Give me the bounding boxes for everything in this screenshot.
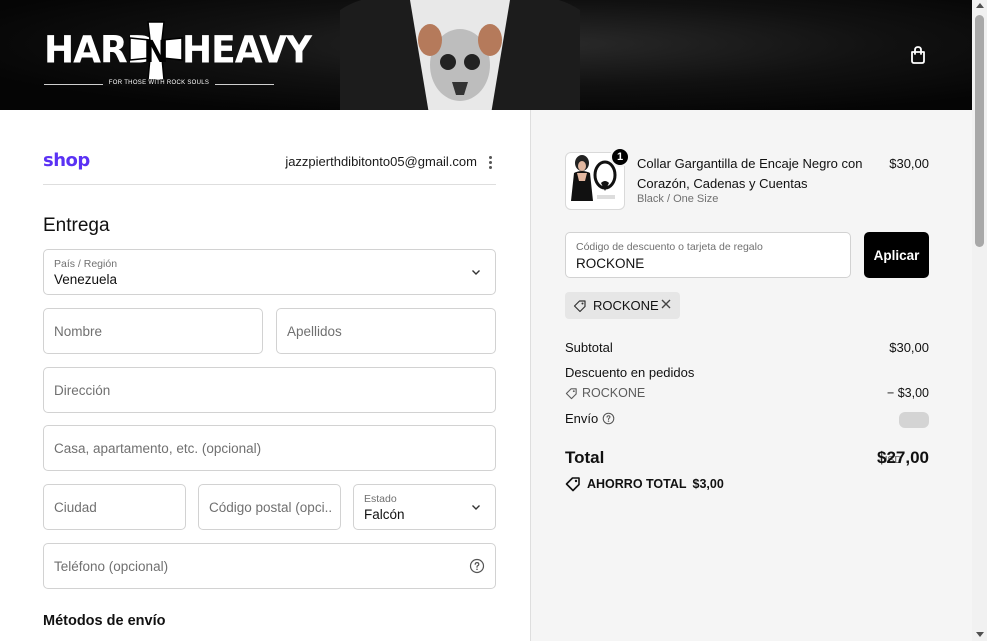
logo-word-right: HEAVY [182, 28, 312, 73]
order-summary: 1 Collar Gargantilla de Encaje Negro con… [531, 110, 972, 641]
state-value: Falcón [364, 507, 405, 522]
discount-code-label: Código de descuento o tarjeta de regalo [576, 241, 763, 253]
tag-icon [565, 477, 580, 492]
shop-pay-account: shop jazzpierthdibitonto05@gmail.com [43, 150, 496, 185]
total-label: Total [565, 448, 605, 467]
total-amount: $27,00 [877, 448, 929, 467]
applied-discount-code: ROCKONE [593, 298, 659, 313]
remove-discount-icon[interactable] [660, 298, 672, 310]
product-variant: Black / One Size [637, 193, 719, 205]
country-value: Venezuela [54, 272, 118, 287]
shipping-row: Envío [565, 411, 929, 428]
country-select[interactable]: País / Región Venezuela [43, 249, 496, 295]
country-label: País / Región [54, 258, 118, 270]
tag-icon [565, 387, 577, 399]
shopping-bag-icon [911, 46, 925, 64]
total-savings: AHORRO TOTAL $3,00 [565, 476, 724, 492]
phone-field[interactable]: Teléfono (opcional) [43, 543, 496, 589]
product-title: Collar Gargantilla de Encaje Negro con C… [637, 156, 863, 191]
account-email: jazzpierthdibitonto05@gmail.com [285, 154, 477, 169]
last-name-placeholder: Apellidos [287, 324, 342, 339]
scroll-up-arrow-icon[interactable] [976, 3, 984, 8]
cart-button[interactable] [904, 41, 932, 69]
shipping-methods-heading: Métodos de envío [43, 613, 166, 629]
logo-tagline: FOR THOSE WITH ROCK SOULS [102, 80, 216, 86]
applied-discount-chip: ROCKONE [565, 292, 680, 319]
delivery-heading: Entrega [43, 215, 110, 236]
first-name-placeholder: Nombre [54, 324, 103, 339]
order-discount-label: Descuento en pedidos [565, 365, 695, 380]
header-hero-image [340, 0, 580, 110]
city-placeholder: Ciudad [54, 500, 97, 515]
subtotal-label: Subtotal [565, 340, 613, 355]
checkout-form: shop jazzpierthdibitonto05@gmail.com Ent… [0, 110, 531, 641]
subtotal-value: $30,00 [889, 340, 929, 355]
state-select[interactable]: Estado Falcón [353, 484, 496, 530]
quantity-badge: 1 [610, 147, 630, 167]
chevron-down-icon [472, 270, 480, 275]
scroll-down-arrow-icon[interactable] [976, 632, 984, 637]
apartment-field[interactable]: Casa, apartamento, etc. (opcional) [43, 425, 496, 471]
product-price: $30,00 [889, 156, 929, 171]
subtotal-row: Subtotal $30,00 [565, 340, 929, 355]
kebab-menu-icon[interactable] [484, 154, 496, 170]
shipping-loading-placeholder [899, 412, 929, 428]
tag-icon [573, 299, 586, 312]
page-scrollbar[interactable] [972, 0, 987, 641]
first-name-field[interactable]: Nombre [43, 308, 263, 354]
order-discount-value: − $3,00 [886, 386, 929, 400]
store-header: HARD N HEAVY FOR THOSE WITH ROCK SOULS [0, 0, 987, 110]
discount-code-value: ROCKONE [576, 256, 645, 271]
shipping-label: Envío [565, 411, 599, 426]
store-logo[interactable]: HARD N HEAVY FOR THOSE WITH ROCK SOULS [44, 20, 312, 90]
postal-code-field[interactable]: Código postal (opci... [198, 484, 341, 530]
address-placeholder: Dirección [54, 383, 111, 398]
savings-label: AHORRO TOTAL [587, 477, 687, 491]
apply-discount-button[interactable]: Aplicar [864, 232, 929, 278]
order-discount-row: Descuento en pedidos [565, 365, 929, 380]
last-name-field[interactable]: Apellidos [276, 308, 496, 354]
logo-letter-n: N [143, 35, 168, 70]
address-field[interactable]: Dirección [43, 367, 496, 413]
phone-placeholder: Teléfono (opcional) [54, 559, 169, 574]
state-label: Estado [364, 493, 397, 505]
product-thumbnail: 1 [565, 147, 630, 210]
discount-code-input[interactable]: Código de descuento o tarjeta de regalo … [565, 232, 851, 278]
shop-pay-logo[interactable]: shop [43, 150, 90, 171]
help-circle-icon[interactable] [602, 412, 615, 425]
chevron-down-icon [472, 505, 480, 510]
help-circle-icon[interactable] [469, 558, 485, 574]
order-discount-code-row: ROCKONE − $3,00 [565, 386, 929, 400]
order-discount-code: ROCKONE [582, 386, 646, 400]
scrollbar-thumb[interactable] [975, 15, 984, 247]
city-field[interactable]: Ciudad [43, 484, 186, 530]
postal-code-placeholder: Código postal (opci... [209, 500, 333, 515]
apartment-placeholder: Casa, apartamento, etc. (opcional) [54, 441, 262, 456]
logo-cross-icon: N [129, 21, 183, 81]
savings-value: $3,00 [692, 477, 724, 491]
